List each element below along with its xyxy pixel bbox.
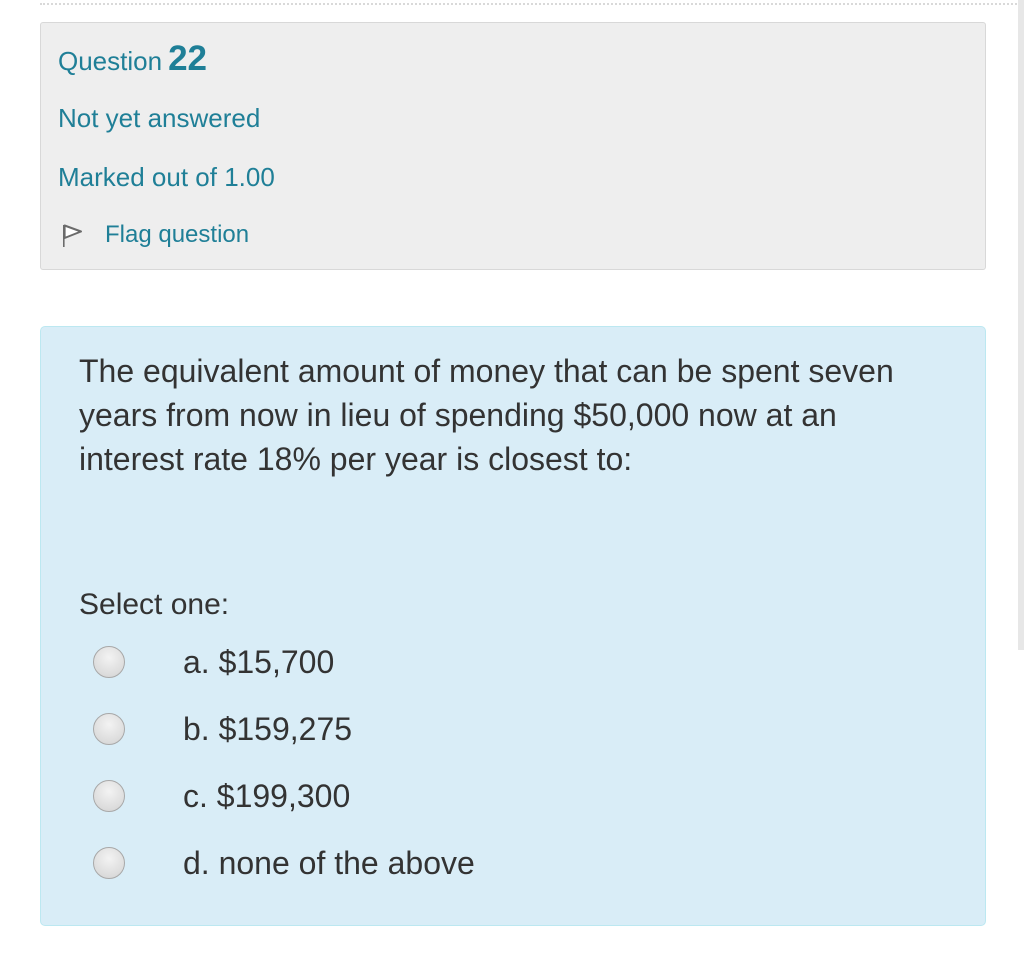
answer-label[interactable]: b. $159,275 [183,708,352,750]
radio-button[interactable] [93,847,125,879]
question-content-panel: The equivalent amount of money that can … [40,326,986,926]
radio-button[interactable] [93,646,125,678]
flag-icon [63,224,82,247]
question-text: The equivalent amount of money that can … [79,353,894,477]
page-scrollbar[interactable] [1018,0,1024,650]
flag-question-label: Flag question [105,221,250,248]
select-one-prompt: Select one: [79,588,230,621]
radio-button[interactable] [93,713,125,745]
quiz-page: Question 22 Not yet answered Marked out o… [0,0,1024,974]
flag-question-button[interactable]: Flag question [59,218,249,252]
question-title: Question 22 [58,39,207,81]
question-state: Not yet answered [58,103,261,133]
answer-label[interactable]: a. $15,700 [183,641,334,683]
answer-label[interactable]: d. none of the above [183,842,475,884]
answer-label[interactable]: c. $199,300 [183,775,350,817]
question-title-prefix: Question [58,46,163,76]
top-divider [40,3,1024,5]
question-number: 22 [168,39,208,78]
radio-button[interactable] [93,780,125,812]
question-grade: Marked out of 1.00 [58,162,275,192]
scrollbar-thumb[interactable] [1018,0,1024,650]
question-info-panel: Question 22 Not yet answered Marked out o… [40,22,986,270]
